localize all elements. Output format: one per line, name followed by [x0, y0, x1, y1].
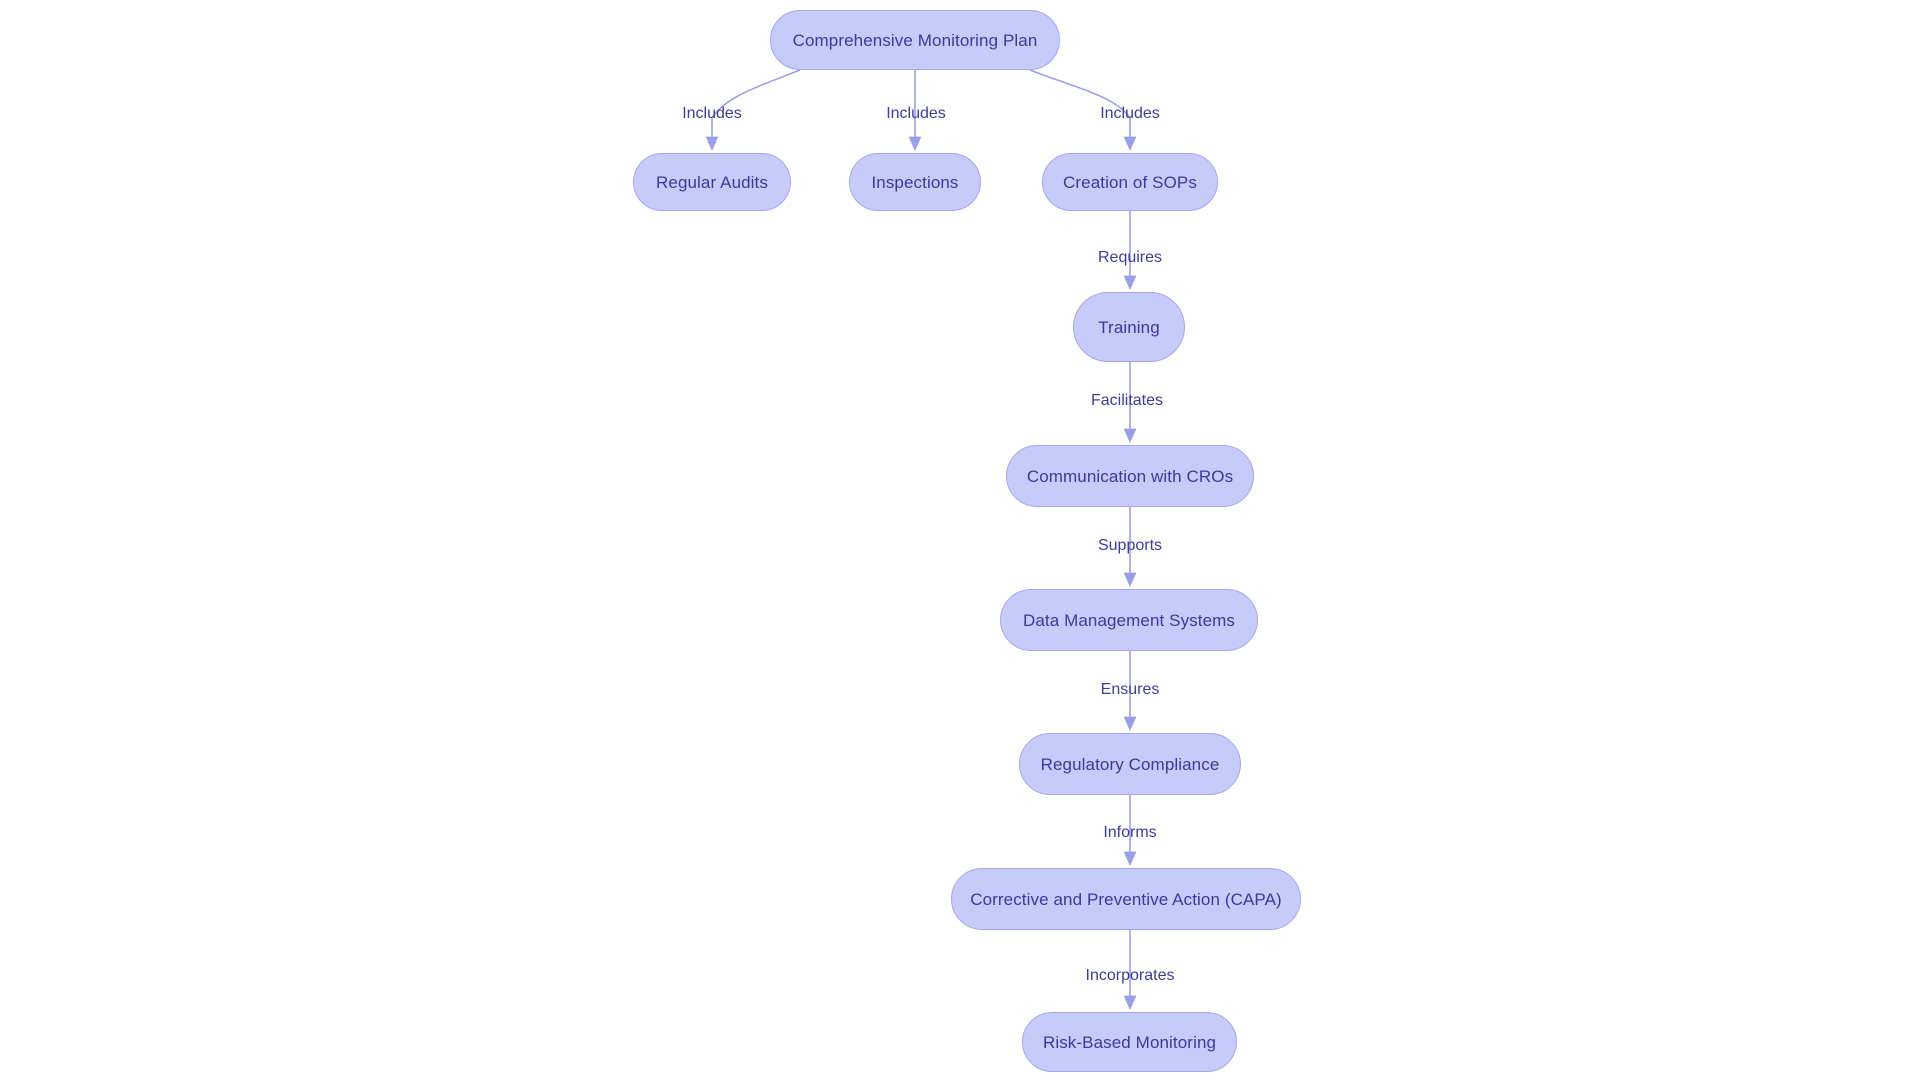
node-risk-based-monitoring[interactable]: Risk-Based Monitoring [1022, 1012, 1237, 1072]
edge-label-plan-sops: Includes [1100, 105, 1160, 122]
node-label: Comprehensive Monitoring Plan [792, 30, 1038, 50]
node-label: Corrective and Preventive Action (CAPA) [970, 889, 1282, 909]
node-inspections[interactable]: Inspections [849, 153, 981, 211]
node-comprehensive-monitoring-plan[interactable]: Comprehensive Monitoring Plan [770, 10, 1060, 70]
node-label: Data Management Systems [1022, 610, 1236, 630]
edge-label-sops-training: Requires [1097, 249, 1163, 266]
edge-label-training-communication: Facilitates [1090, 392, 1164, 409]
edge-label-communication-datamgmt: Supports [1097, 537, 1163, 554]
node-label: Communication with CROs [1026, 466, 1234, 486]
node-label: Risk-Based Monitoring [1042, 1032, 1217, 1052]
edge-label-plan-inspections: Includes [886, 105, 946, 122]
node-creation-of-sops[interactable]: Creation of SOPs [1042, 153, 1218, 211]
node-data-management-systems[interactable]: Data Management Systems [1000, 589, 1258, 651]
node-label: Regulatory Compliance [1040, 754, 1220, 774]
node-regulatory-compliance[interactable]: Regulatory Compliance [1019, 733, 1241, 795]
node-communication-with-cros[interactable]: Communication with CROs [1006, 445, 1254, 507]
edge-label-compliance-capa: Informs [1103, 824, 1157, 841]
node-label: Inspections [871, 172, 959, 192]
node-label: Training [1098, 317, 1160, 337]
edge-label-capa-riskmon: Incorporates [1085, 967, 1175, 984]
node-label: Creation of SOPs [1063, 172, 1197, 192]
flowchart-canvas: Comprehensive Monitoring Plan Regular Au… [0, 0, 1920, 1083]
node-training[interactable]: Training [1073, 292, 1185, 362]
edge-label-datamgmt-compliance: Ensures [1100, 681, 1160, 698]
node-regular-audits[interactable]: Regular Audits [633, 153, 791, 211]
node-label: Regular Audits [656, 172, 768, 192]
node-corrective-and-preventive-action-capa[interactable]: Corrective and Preventive Action (CAPA) [951, 868, 1301, 930]
edge-label-plan-audits: Includes [682, 105, 742, 122]
